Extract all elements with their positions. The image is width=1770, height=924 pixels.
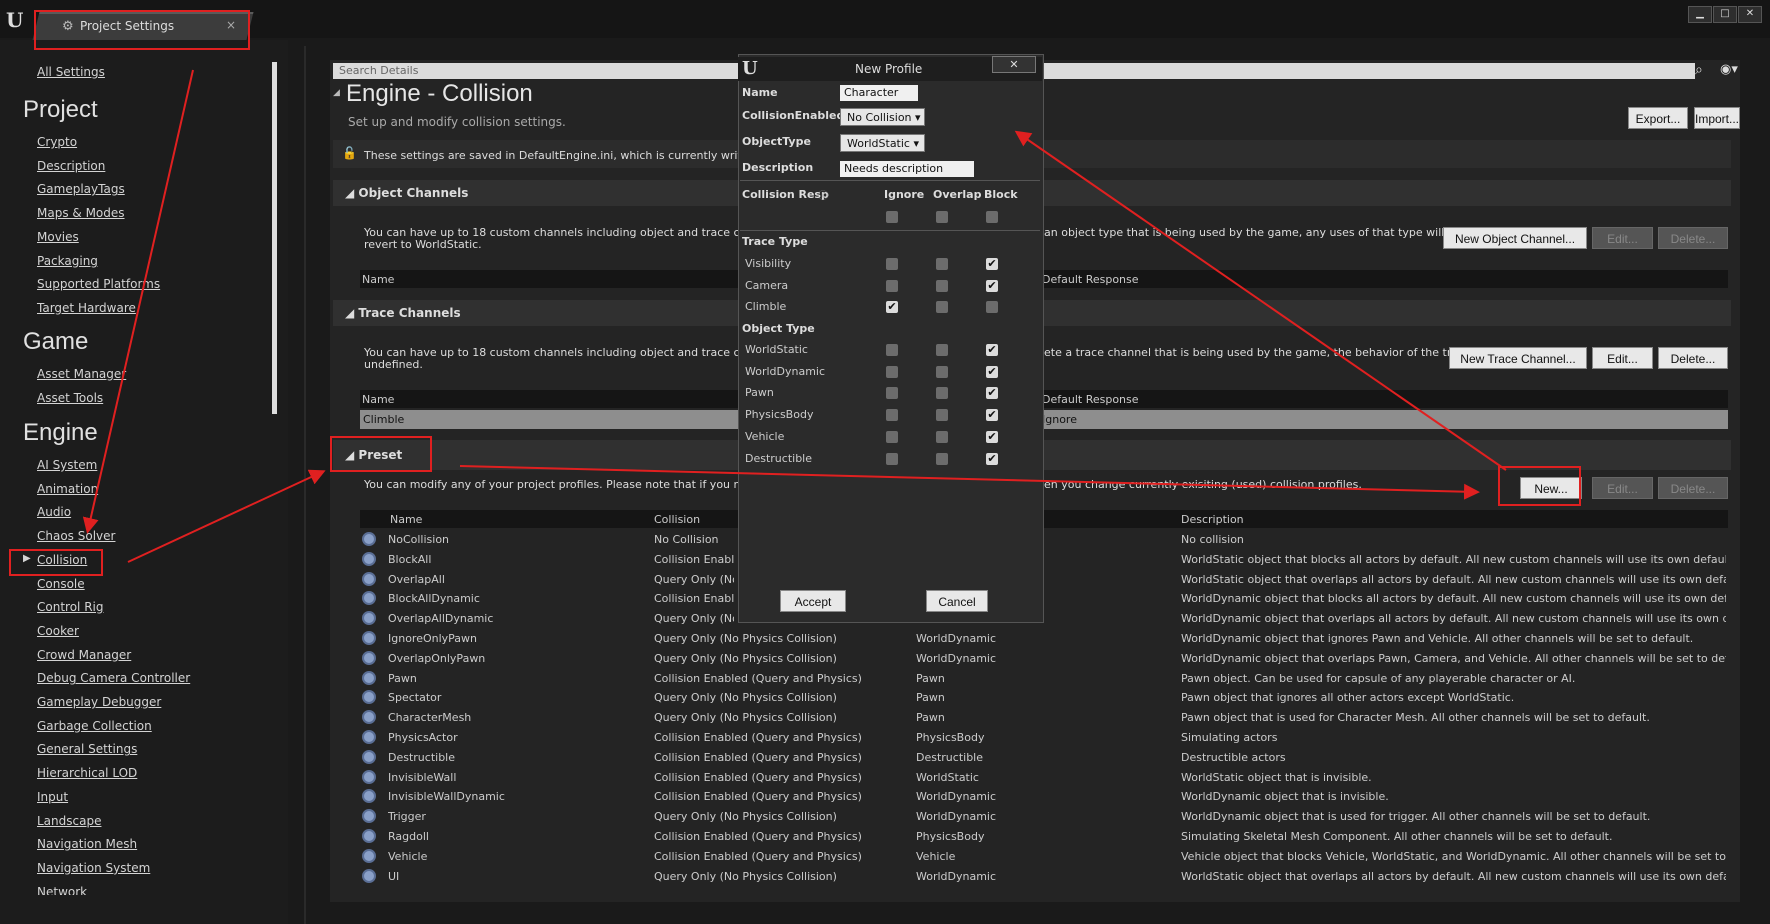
arrow-collision-to-preset	[127, 469, 326, 563]
annotation-arrows	[82, 69, 1507, 563]
arrow-preset-to-new	[459, 465, 1480, 500]
arrow-tab-to-collision	[82, 69, 194, 534]
arrow-new-to-dialog	[1014, 130, 1507, 471]
